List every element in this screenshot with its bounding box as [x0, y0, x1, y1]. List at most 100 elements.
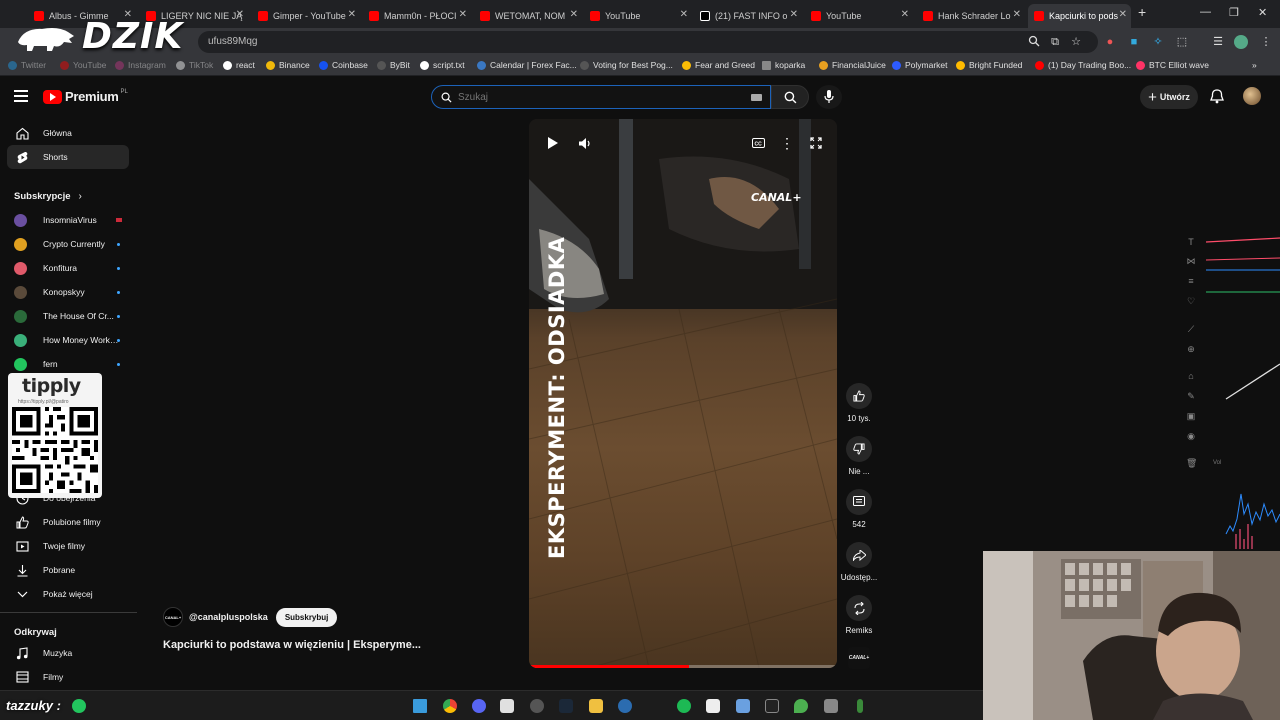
bookmark[interactable]: Bright Funded: [956, 60, 1022, 70]
sidebar-item-shorts[interactable]: Shorts: [7, 145, 129, 169]
youtube-premium-logo[interactable]: Premium PL: [43, 89, 128, 104]
like-button[interactable]: 10 tys.: [840, 383, 878, 423]
browser-tab[interactable]: (21) FAST INFO o ✕: [694, 4, 802, 28]
install-app-icon[interactable]: ⧉: [1048, 35, 1062, 49]
zoom-icon[interactable]: ⊕: [1186, 344, 1196, 354]
bookmark[interactable]: BTC Elliot wave: [1136, 60, 1209, 70]
close-tab-icon[interactable]: ✕: [790, 9, 798, 20]
close-tab-icon[interactable]: ✕: [1119, 9, 1127, 20]
magnet-icon[interactable]: ⌂: [1186, 371, 1196, 381]
bookmark-star-icon[interactable]: ☆: [1069, 35, 1083, 49]
video-progress-bar[interactable]: [529, 665, 837, 668]
ruler-icon[interactable]: ⟋: [1186, 324, 1196, 334]
bookmark[interactable]: Fear and Greed: [682, 60, 755, 70]
bookmark[interactable]: Twitter: [8, 60, 46, 70]
sidebar-item-movies[interactable]: Filmy: [7, 665, 129, 689]
channel-thumbnail[interactable]: CANAL+: [848, 647, 870, 669]
share-button[interactable]: Udostęp...: [840, 542, 878, 582]
close-tab-icon[interactable]: ✕: [459, 9, 467, 20]
app-icon[interactable]: [857, 699, 863, 713]
app-icon[interactable]: [618, 699, 632, 713]
channel-avatar[interactable]: CANAL+: [163, 607, 183, 627]
browser-tab[interactable]: Gimper - YouTube ✕: [252, 4, 360, 28]
captions-icon[interactable]: CC: [750, 135, 766, 151]
remix-button[interactable]: Remiks: [840, 595, 878, 635]
eye-icon[interactable]: ◉: [1186, 431, 1196, 441]
channel-handle[interactable]: @canalpluspolska: [189, 612, 268, 622]
close-tab-icon[interactable]: ✕: [570, 9, 578, 20]
lock-icon[interactable]: ▣: [1186, 411, 1196, 421]
bookmark[interactable]: Coinbase: [319, 60, 368, 70]
comments-button[interactable]: 542: [840, 489, 878, 529]
app-icon[interactable]: [500, 699, 514, 713]
subscription-item[interactable]: Crypto Currently: [14, 234, 124, 254]
subscribe-button[interactable]: Subskrybuj: [275, 607, 338, 627]
extension-icon[interactable]: ●: [1103, 35, 1117, 49]
app-icon[interactable]: [706, 699, 720, 713]
short-video-player[interactable]: CC ⋮ CANAL+ EKSPERYMENT: ODSIADKA: [529, 119, 837, 668]
subscriptions-header[interactable]: Subskrypcje ›: [14, 191, 82, 202]
volume-icon[interactable]: [577, 135, 593, 151]
close-tab-icon[interactable]: ✕: [348, 9, 356, 20]
sidebar-item-downloads[interactable]: Pobrane: [7, 558, 129, 582]
bookmark[interactable]: Voting for Best Pog...: [580, 60, 673, 70]
text-tool-icon[interactable]: T: [1186, 237, 1196, 247]
close-tab-icon[interactable]: ✕: [1013, 9, 1021, 20]
bookmark[interactable]: script.txt: [420, 60, 465, 70]
obs-icon[interactable]: [530, 699, 544, 713]
zoom-icon[interactable]: [1027, 35, 1041, 49]
heart-icon[interactable]: ♡: [1186, 296, 1196, 306]
subscription-item[interactable]: How Money Works ...: [14, 330, 124, 350]
pencil-icon[interactable]: ✎: [1186, 391, 1196, 401]
spotify-icon[interactable]: [677, 699, 691, 713]
bookmark[interactable]: Polymarket: [892, 60, 948, 70]
close-tab-icon[interactable]: ✕: [236, 9, 244, 20]
menu-icon[interactable]: [14, 90, 28, 102]
address-bar[interactable]: ufus89Mqg: [198, 31, 1098, 53]
subscription-item[interactable]: InsomniaVirus: [14, 210, 124, 230]
sidebar-item-show-more[interactable]: Pokaż więcej: [7, 582, 129, 606]
bookmark[interactable]: koparka: [762, 60, 805, 70]
browser-tab[interactable]: YouTube ✕: [584, 4, 692, 28]
steam-icon[interactable]: [559, 699, 573, 713]
close-tab-icon[interactable]: ✕: [901, 9, 909, 20]
discord-icon[interactable]: [472, 699, 486, 713]
app-icon[interactable]: [794, 699, 808, 713]
browser-tab[interactable]: Hank Schrader Lo ✕: [917, 4, 1025, 28]
bookmark[interactable]: (1) Day Trading Boo...: [1035, 60, 1131, 70]
bookmark[interactable]: TikTok: [176, 60, 213, 70]
terminal-icon[interactable]: [765, 699, 779, 713]
tab-search-icon[interactable]: ☰: [1211, 35, 1225, 49]
close-window-icon[interactable]: ✕: [1258, 6, 1267, 19]
bookmark[interactable]: Binance: [266, 60, 310, 70]
bookmark[interactable]: FinancialJuice: [819, 60, 886, 70]
more-bookmarks-icon[interactable]: »: [1252, 60, 1257, 70]
bookmark[interactable]: Instagram: [115, 60, 166, 70]
sidebar-item-home[interactable]: Główna: [7, 121, 129, 145]
account-avatar[interactable]: [1243, 87, 1261, 105]
browser-tab[interactable]: Mamm0n - PŁOCI ✕: [363, 4, 471, 28]
bookmark[interactable]: YouTube: [60, 60, 106, 70]
extension-icon[interactable]: ✧: [1151, 35, 1165, 49]
profile-icon[interactable]: [1234, 35, 1248, 49]
calculator-icon[interactable]: [824, 699, 838, 713]
browser-tab-active[interactable]: Kapciurki to pods ✕: [1028, 4, 1131, 28]
maximize-icon[interactable]: ❐: [1229, 6, 1239, 19]
fib-tool-icon[interactable]: ≡: [1186, 276, 1196, 286]
browser-tab[interactable]: YouTube ✕: [805, 4, 913, 28]
extension-icon[interactable]: ■: [1127, 35, 1141, 49]
subscription-item[interactable]: The House Of Cr...: [14, 306, 124, 326]
chrome-icon[interactable]: [443, 699, 457, 713]
subscription-item[interactable]: Konopskyy: [14, 282, 124, 302]
create-button[interactable]: + Utwórz: [1140, 85, 1198, 109]
dislike-button[interactable]: Nie ...: [840, 436, 878, 476]
minimize-icon[interactable]: —: [1200, 6, 1211, 18]
keyboard-icon[interactable]: [751, 94, 762, 101]
trash-icon[interactable]: 🗑: [1186, 458, 1197, 468]
subscription-item[interactable]: Konfitura: [14, 258, 124, 278]
notifications-bell-icon[interactable]: [1210, 89, 1224, 109]
bookmark[interactable]: ByBit: [377, 60, 410, 70]
browser-tab[interactable]: WETOMAT, NOM ✕: [474, 4, 582, 28]
extensions-puzzle-icon[interactable]: ⬚: [1175, 35, 1189, 49]
bookmark[interactable]: Calendar | Forex Fac...: [477, 60, 577, 70]
